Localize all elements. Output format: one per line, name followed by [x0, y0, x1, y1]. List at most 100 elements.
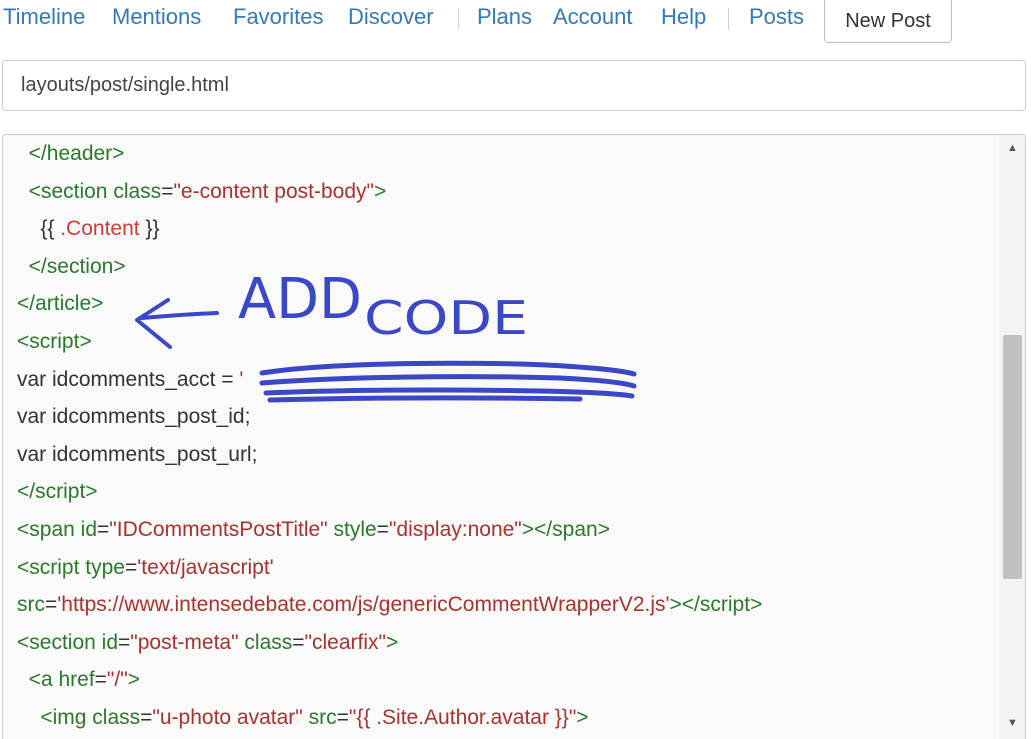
- code-token: {{: [40, 217, 61, 241]
- code-token: >: [112, 142, 125, 165]
- code-token: =: [140, 706, 153, 729]
- code-token: 'text/javascript': [137, 555, 274, 579]
- code-token: }}: [139, 217, 160, 241]
- code-token: 'https://www.intensedebate.com/js/generi…: [57, 593, 670, 617]
- code-token: id: [101, 630, 119, 654]
- code-token: </: [17, 292, 36, 316]
- code-token: =: [97, 518, 110, 541]
- code-token: script: [35, 480, 86, 504]
- code-token: "IDCommentsPostTitle": [109, 518, 328, 541]
- code-token: src: [308, 706, 337, 729]
- code-line: {{ .Content }}: [17, 210, 159, 248]
- code-token: span: [29, 518, 75, 541]
- code-token: <: [28, 668, 41, 692]
- code-token: <: [17, 518, 30, 541]
- code-token: span: [552, 518, 598, 541]
- code-line: <img class="u-photo avatar" src="{{ .Sit…: [17, 699, 589, 737]
- code-line: var idcomments_acct = ': [17, 361, 243, 399]
- code-token: <: [40, 706, 53, 729]
- code-token: >: [597, 518, 610, 541]
- code-line: <script type='text/javascript': [17, 549, 274, 587]
- code-token: >: [385, 630, 399, 654]
- code-token: =: [125, 555, 138, 579]
- code-token: ></: [669, 593, 700, 617]
- scrollbar-thumb[interactable]: [1003, 335, 1022, 579]
- code-token: "display:none": [388, 518, 522, 541]
- code-token: section: [29, 630, 96, 654]
- code-token: "u-photo avatar": [152, 706, 303, 729]
- code-line: <section id="post-meta" class="clearfix"…: [17, 624, 398, 662]
- code-line: <section class="e-content post-body">: [17, 173, 387, 211]
- code-token: <: [17, 555, 30, 579]
- code-token: a: [40, 668, 53, 692]
- code-token: >: [373, 179, 387, 203]
- code-token: =: [336, 706, 349, 729]
- code-token: ></: [521, 518, 553, 541]
- scroll-up-arrow-icon[interactable]: ▲: [999, 137, 1025, 159]
- code-token: <: [17, 630, 30, 654]
- code-token: <: [28, 179, 41, 203]
- code-token: "clearfix": [304, 630, 386, 654]
- code-token: class: [244, 630, 293, 654]
- code-token: =: [161, 179, 174, 203]
- code-token: >: [91, 292, 104, 316]
- code-token: "{{ .Site.Author.avatar }}": [348, 706, 577, 729]
- code-token: =: [118, 630, 131, 654]
- code-line: </section>: [17, 248, 126, 286]
- scroll-down-arrow-icon[interactable]: ▼: [999, 712, 1025, 734]
- code-token: type: [85, 555, 125, 579]
- code-token: var idcomments_post_url;: [17, 442, 258, 466]
- code-line: </article>: [17, 285, 103, 323]
- code-token: id: [80, 518, 98, 541]
- code-token: </: [28, 142, 47, 165]
- code-token: </: [28, 254, 47, 278]
- nav-help[interactable]: Help: [661, 4, 706, 30]
- code-token: "e-content post-body": [173, 179, 374, 203]
- code-token: href: [58, 668, 95, 692]
- code-text-area[interactable]: </header> <section class="e-content post…: [3, 135, 999, 739]
- top-nav: Timeline Mentions Favorites Discover Pla…: [0, 0, 1031, 44]
- code-token: =: [94, 668, 107, 692]
- code-token: article: [35, 292, 92, 316]
- code-token: src: [17, 593, 45, 617]
- code-token: >: [113, 254, 126, 278]
- nav-timeline[interactable]: Timeline: [3, 4, 85, 30]
- code-token: >: [79, 330, 92, 353]
- code-line: var idcomments_post_id;: [17, 398, 250, 436]
- code-token: ': [239, 367, 244, 391]
- code-token: =: [45, 593, 58, 617]
- code-line: </header>: [17, 135, 125, 173]
- nav-account[interactable]: Account: [553, 4, 633, 30]
- code-editor[interactable]: </header> <section class="e-content post…: [2, 134, 1026, 739]
- template-path-input[interactable]: [2, 60, 1026, 111]
- code-token: script: [699, 593, 751, 617]
- code-token: class: [92, 706, 141, 729]
- code-line: </script>: [17, 473, 98, 511]
- code-token: >: [127, 668, 140, 692]
- new-post-button[interactable]: New Post: [824, 0, 952, 43]
- code-token: =: [292, 630, 305, 654]
- nav-mentions[interactable]: Mentions: [112, 4, 201, 30]
- nav-favorites[interactable]: Favorites: [233, 4, 323, 30]
- code-token: .Content: [60, 217, 140, 241]
- code-token: >: [85, 480, 98, 504]
- code-line: <script>: [17, 323, 92, 361]
- code-token: img: [52, 706, 87, 729]
- code-token: >: [576, 706, 589, 729]
- nav-discover[interactable]: Discover: [348, 4, 434, 30]
- code-token: script: [29, 555, 80, 579]
- nav-plans[interactable]: Plans: [477, 4, 532, 30]
- code-token: var idcomments_acct =: [17, 367, 240, 391]
- code-line: <span id="IDCommentsPostTitle" style="di…: [17, 511, 610, 549]
- code-token: section: [40, 179, 108, 203]
- screen: Timeline Mentions Favorites Discover Pla…: [0, 0, 1031, 739]
- nav-divider: [458, 8, 459, 30]
- nav-posts[interactable]: Posts: [749, 4, 804, 30]
- vertical-scrollbar[interactable]: ▲ ▼: [999, 135, 1025, 739]
- code-token: style: [333, 518, 377, 541]
